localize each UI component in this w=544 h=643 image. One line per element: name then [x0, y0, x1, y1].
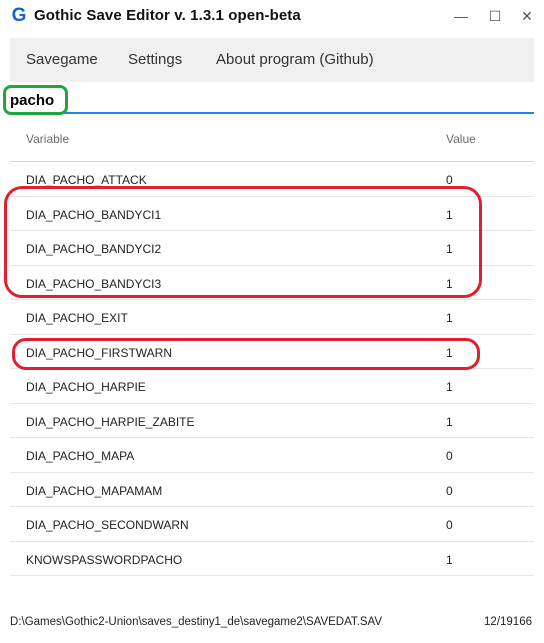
title-bar: G Gothic Save Editor v. 1.3.1 open-beta …: [0, 0, 544, 34]
search-highlight-annotation: [3, 85, 68, 115]
variable-value[interactable]: 1: [446, 415, 453, 429]
bandyci-rows-highlight-annotation: [4, 186, 482, 298]
result-count: 12/19166: [484, 616, 532, 628]
table-row[interactable]: DIA_PACHO_HARPIE 1: [10, 369, 534, 404]
table-row[interactable]: DIA_PACHO_SECONDWARN 0: [10, 507, 534, 542]
maximize-icon[interactable]: ☐: [482, 4, 508, 28]
variable-name: DIA_PACHO_HARPIE_ZABITE: [26, 414, 195, 429]
menu-about[interactable]: About program (Github): [216, 38, 374, 82]
variable-value[interactable]: 1: [446, 380, 453, 394]
variable-value[interactable]: 0: [446, 484, 453, 498]
minimize-icon[interactable]: —: [448, 4, 474, 28]
variable-name: DIA_PACHO_SECONDWARN: [26, 518, 189, 532]
variable-name: DIA_PACHO_MAPAMAM: [26, 483, 163, 498]
savefile-path: D:\Games\Gothic2-Union\saves_destiny1_de…: [10, 616, 383, 628]
variable-name: KNOWSPASSWORDPACHO: [26, 552, 183, 567]
table-row[interactable]: DIA_PACHO_MAPAMAM 0: [10, 473, 534, 507]
variable-value[interactable]: 1: [446, 553, 453, 567]
search-underline: [10, 112, 534, 114]
variable-value[interactable]: 0: [446, 518, 453, 532]
variable-value[interactable]: 0: [446, 173, 453, 187]
variable-name: DIA_PACHO_HARPIE: [26, 380, 146, 394]
app-logo-icon: G: [11, 5, 27, 26]
window-title: Gothic Save Editor v. 1.3.1 open-beta: [34, 7, 301, 24]
close-icon[interactable]: ✕: [514, 4, 540, 28]
firstwarn-row-highlight-annotation: [12, 338, 480, 370]
column-header-variable[interactable]: Variable: [26, 132, 69, 146]
variable-value[interactable]: 1: [446, 311, 453, 325]
variable-name: DIA_PACHO_EXIT: [26, 311, 128, 325]
menu-savegame[interactable]: Savegame: [26, 38, 98, 82]
menu-settings[interactable]: Settings: [128, 38, 182, 82]
table-row[interactable]: KNOWSPASSWORDPACHO 1: [10, 542, 534, 576]
status-bar: D:\Games\Gothic2-Union\saves_destiny1_de…: [0, 608, 544, 638]
variable-name: DIA_PACHO_ATTACK: [26, 173, 147, 187]
variable-value[interactable]: 0: [446, 449, 453, 463]
table-row[interactable]: DIA_PACHO_HARPIE_ZABITE 1: [10, 404, 534, 438]
menu-bar: Savegame Settings About program (Github): [10, 38, 534, 82]
column-header-value[interactable]: Value: [446, 132, 476, 146]
variable-name: DIA_PACHO_MAPA: [26, 449, 135, 463]
table-row[interactable]: DIA_PACHO_EXIT 1: [10, 300, 534, 335]
table-header: Variable Value: [10, 120, 534, 162]
table-row[interactable]: DIA_PACHO_MAPA 0: [10, 438, 534, 473]
